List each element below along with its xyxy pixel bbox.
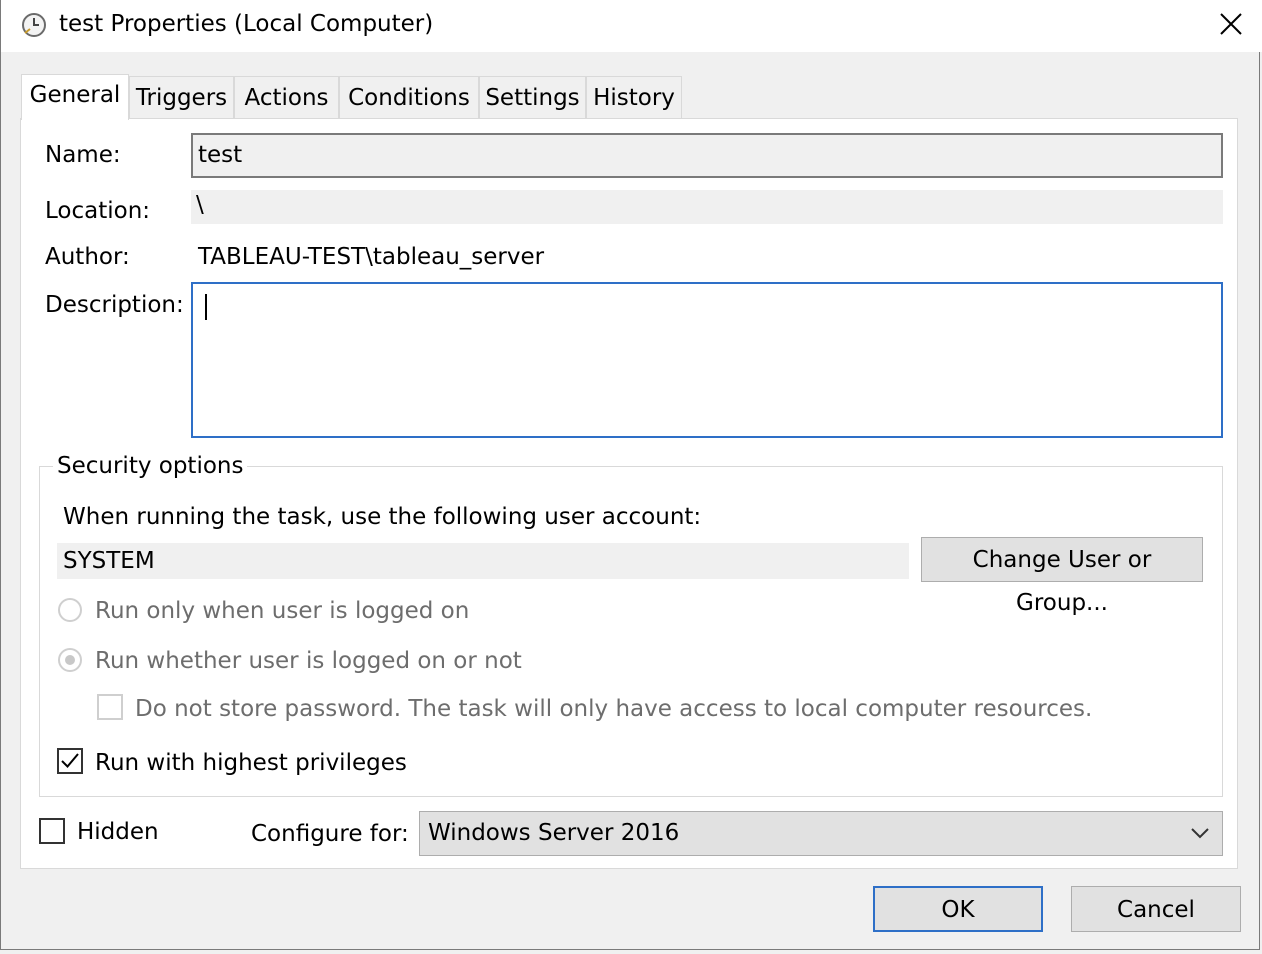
radio-whether-logged-on[interactable]: [58, 648, 82, 672]
description-textarea[interactable]: [191, 282, 1223, 438]
name-field[interactable]: test: [191, 133, 1223, 178]
properties-dialog: test Properties (Local Computer) General…: [0, 0, 1262, 950]
tab-history[interactable]: History: [586, 76, 682, 118]
hidden-label: Hidden: [77, 819, 159, 845]
chevron-down-icon: [1190, 825, 1210, 844]
radio-whether-label: Run whether user is logged on or not: [95, 648, 522, 674]
name-label: Name:: [45, 142, 121, 168]
hidden-checkbox[interactable]: [39, 818, 65, 844]
tab-label: History: [593, 85, 675, 111]
tab-general[interactable]: General: [21, 74, 129, 120]
author-value: TABLEAU-TEST\tableau_server: [198, 244, 545, 270]
ok-button[interactable]: OK: [873, 886, 1043, 932]
close-button[interactable]: [1199, 0, 1262, 48]
cancel-button[interactable]: Cancel: [1071, 886, 1241, 932]
security-options-title: Security options: [53, 452, 248, 480]
tab-triggers[interactable]: Triggers: [129, 76, 234, 118]
author-label: Author:: [45, 244, 130, 270]
configure-for-label: Configure for:: [251, 821, 409, 847]
task-clock-icon: [21, 12, 47, 38]
tab-actions[interactable]: Actions: [234, 76, 339, 118]
configure-for-select[interactable]: Windows Server 2016: [419, 811, 1223, 856]
checkmark-icon: [61, 753, 79, 768]
highest-privileges-checkbox[interactable]: [57, 748, 83, 774]
highest-privileges-label: Run with highest privileges: [95, 750, 407, 776]
radio-selected-dot: [65, 655, 75, 665]
tab-conditions[interactable]: Conditions: [339, 76, 479, 118]
description-label: Description:: [45, 292, 184, 318]
radio-logged-on[interactable]: [58, 598, 82, 622]
user-account-value: SYSTEM: [57, 543, 909, 579]
configure-for-value: Windows Server 2016: [428, 820, 680, 846]
location-value: \: [191, 190, 1223, 224]
text-caret: [205, 294, 207, 320]
tab-label: General: [29, 82, 121, 108]
window-title: test Properties (Local Computer): [59, 11, 434, 37]
do-not-store-password-checkbox[interactable]: [97, 694, 123, 720]
tab-label: Conditions: [348, 85, 470, 111]
do-not-store-password-label: Do not store password. The task will onl…: [135, 696, 1093, 722]
tab-label: Actions: [244, 85, 329, 111]
tab-label: Settings: [485, 85, 580, 111]
close-icon: [1220, 13, 1242, 35]
tab-settings[interactable]: Settings: [479, 76, 586, 118]
location-label: Location:: [45, 198, 151, 224]
tab-label: Triggers: [135, 85, 228, 111]
radio-logged-on-label: Run only when user is logged on: [95, 598, 470, 624]
account-prompt: When running the task, use the following…: [63, 504, 702, 530]
title-bar: test Properties (Local Computer): [1, 0, 1262, 52]
change-user-button[interactable]: Change User or Group...: [921, 537, 1203, 616]
